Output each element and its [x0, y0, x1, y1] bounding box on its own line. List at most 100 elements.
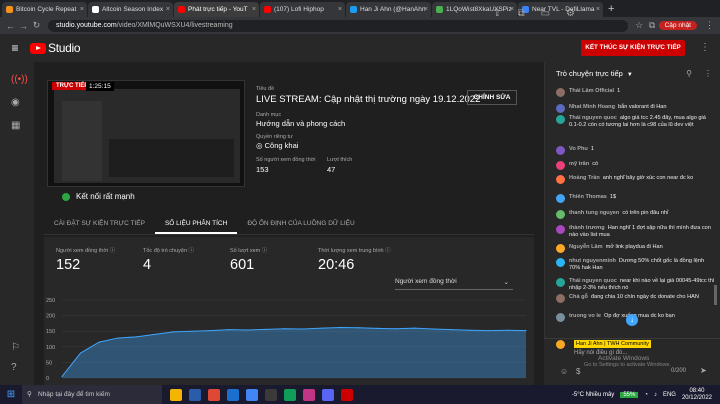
close-tab-icon[interactable]: ×: [596, 6, 600, 13]
close-tab-icon[interactable]: ×: [424, 6, 428, 13]
chat-text: Op đợ xuống mua dc ko bạn: [604, 313, 675, 319]
avatar: [556, 194, 565, 203]
language-indicator[interactable]: ENG: [663, 392, 676, 398]
chat-message[interactable]: Chả gỗ đang chia 10 chín ngày dc donate c…: [556, 294, 716, 303]
chat-message[interactable]: thành trương Han nghĩ 1 đợt sập nữa thì m…: [556, 225, 716, 239]
edit-button[interactable]: CHỈNH SỬA: [467, 90, 517, 105]
viewers-point: [265, 328, 267, 330]
tab-event-settings[interactable]: CÀI ĐẶT SỰ KIỆN TRỰC TIẾP: [44, 215, 155, 234]
new-tab-icon[interactable]: +: [604, 2, 618, 17]
browser-tab[interactable]: Phát trực tiếp - YouT ×: [174, 2, 259, 17]
windows-start-icon[interactable]: ⊞: [0, 389, 22, 400]
y-tick-label: 250: [46, 298, 55, 304]
browser-tab[interactable]: Altcoin Season Index ×: [88, 2, 173, 17]
end-stream-button[interactable]: KẾT THÚC SỰ KIỆN TRỰC TIẾP: [581, 40, 685, 56]
chat-message[interactable]: Hoàng Trần anh nghĩ bây giờ xúc con near …: [556, 175, 716, 184]
youtube-play-icon: [30, 42, 46, 54]
chrome-icon[interactable]: [246, 388, 258, 401]
chat-message[interactable]: Thiên Thomas 1$: [556, 194, 716, 203]
chat-author: thanh tung nguyen: [569, 210, 620, 216]
avatar: [556, 258, 565, 267]
browser-tab[interactable]: Han Ji Ahn (@HanAhn ×: [346, 2, 431, 17]
chat-message[interactable]: mỹ trân có: [556, 161, 716, 170]
browser-tab[interactable]: Bitcoin Cycle Repeat ×: [2, 2, 87, 17]
close-tab-icon[interactable]: ×: [338, 6, 342, 13]
chat-search-icon[interactable]: ⚲: [686, 69, 692, 78]
viewers-point: [525, 329, 527, 332]
popout-icon[interactable]: ⧉: [517, 8, 524, 19]
feedback-rail-icon[interactable]: ⚐: [11, 342, 20, 353]
reload-icon[interactable]: ↻: [30, 20, 43, 31]
close-tab-icon[interactable]: ×: [252, 6, 256, 13]
app-icon[interactable]: [189, 388, 201, 401]
chat-message[interactable]: Thái nguyen quoc algo giá tcc 2.45 đây, m…: [556, 115, 716, 129]
scroll-down-icon[interactable]: ↓: [626, 314, 638, 326]
close-tab-icon[interactable]: ×: [80, 6, 84, 13]
chat-message[interactable]: Thái nguyen quoc near khi nào về lại giá …: [556, 278, 716, 292]
share-icon[interactable]: ⇪: [493, 8, 501, 19]
chat-message-body: Thái nguyen quoc near khi nào về lại giá …: [569, 278, 716, 292]
help-icon[interactable]: ?: [11, 362, 17, 373]
weather[interactable]: -5°C Nhiều mây: [572, 392, 614, 398]
chat-author: Nguyễn Lâm: [569, 244, 603, 250]
chat-message-body: Thiên Thomas 1$: [569, 194, 616, 203]
bookmark-star-icon[interactable]: ☆: [633, 20, 646, 31]
chat-title[interactable]: Trò chuyện trực tiếp ▼: [556, 69, 633, 78]
emoji-icon[interactable]: ☺: [560, 367, 568, 376]
likes-value: 47: [327, 165, 336, 174]
metric-dropdown[interactable]: Người xem đồng thời ⌄: [395, 278, 513, 290]
viewers-label: Số người xem đồng thời: [256, 157, 316, 163]
app-icon[interactable]: [322, 388, 334, 401]
extensions-icon[interactable]: ⧉: [646, 20, 659, 31]
browser-menu-icon[interactable]: ⋮: [703, 20, 716, 31]
close-tab-icon[interactable]: ×: [166, 6, 170, 13]
chat-message[interactable]: Thái Lâm Official 1: [556, 88, 716, 97]
file-explorer-icon[interactable]: [170, 388, 182, 401]
chat-message[interactable]: Nguyễn Lâm mở link playdua đi Han: [556, 244, 716, 253]
volume-icon[interactable]: ♪: [654, 392, 657, 398]
stat-chat-rate: Tốc độ trò chuyện ⓘ 4: [143, 246, 194, 273]
wifi-icon[interactable]: ◔: [644, 392, 648, 398]
app-icon[interactable]: [341, 388, 353, 401]
search-icon: ⚲: [27, 391, 32, 398]
live-stream-icon[interactable]: ((•)): [11, 74, 28, 85]
chat-message[interactable]: nhut nguyenminh Dương 50% chốt gốc là đồn…: [556, 258, 716, 272]
app-icon[interactable]: [265, 388, 277, 401]
chat-message-body: Hoàng Trần anh nghĩ bây giờ xúc con near …: [569, 175, 693, 184]
camera-icon[interactable]: ◉: [11, 97, 20, 108]
chat-message[interactable]: thanh tung nguyen có trên pin đâu nhỉ: [556, 210, 716, 219]
battery-indicator[interactable]: 55%: [620, 391, 639, 398]
chat-message-body: Vo Phu 1: [569, 146, 594, 155]
more-options-icon[interactable]: ⋮: [700, 42, 710, 53]
chat-message[interactable]: Nhat Minh Hoang bắn valorant đi Han: [556, 104, 716, 113]
hamburger-menu-icon[interactable]: ≡: [0, 41, 30, 55]
url-field[interactable]: studio.youtube.com/video/XMlMQuWSXU4/liv…: [48, 19, 628, 32]
back-icon[interactable]: ←: [4, 21, 17, 31]
chat-scrollbar[interactable]: [714, 285, 717, 305]
app-icon[interactable]: [227, 388, 239, 401]
viewers-point: [247, 329, 249, 331]
metric-dropdown-value: Người xem đồng thời: [395, 278, 457, 285]
forward-icon[interactable]: →: [17, 21, 30, 31]
browser-update-button[interactable]: Cập nhật: [658, 21, 697, 30]
chat-message[interactable]: Vo Phu 1: [556, 146, 716, 155]
calendar-icon[interactable]: ▦: [11, 120, 20, 131]
send-icon[interactable]: ➤: [700, 366, 707, 375]
super-chat-icon[interactable]: $: [576, 367, 580, 376]
chat-menu-icon[interactable]: ⋮: [704, 69, 712, 78]
tab-favicon-icon: [6, 6, 13, 13]
studio-logo[interactable]: Studio: [30, 41, 81, 55]
settings-icon[interactable]: ⚙: [566, 8, 575, 19]
avatar: [556, 161, 565, 170]
app-icon[interactable]: [303, 388, 315, 401]
browser-tab[interactable]: (107) Lofi Hiphop ×: [260, 2, 345, 17]
tab-analytics[interactable]: SỐ LIỆU PHÂN TÍCH: [154, 215, 238, 234]
tab-stream-health[interactable]: ĐỘ ỔN ĐỊNH CỦA LUỒNG DỮ LIỆU: [237, 215, 364, 234]
clock[interactable]: 08:40 20/12/2022: [682, 388, 712, 402]
app-icon[interactable]: [208, 388, 220, 401]
taskbar-search[interactable]: ⚲ Nhập tại đây để tìm kiếm: [22, 385, 162, 404]
feedback-icon[interactable]: ▭: [541, 8, 550, 19]
tab-favicon-icon: [264, 6, 271, 13]
stream-preview[interactable]: [47, 80, 245, 187]
app-icon[interactable]: [284, 388, 296, 401]
